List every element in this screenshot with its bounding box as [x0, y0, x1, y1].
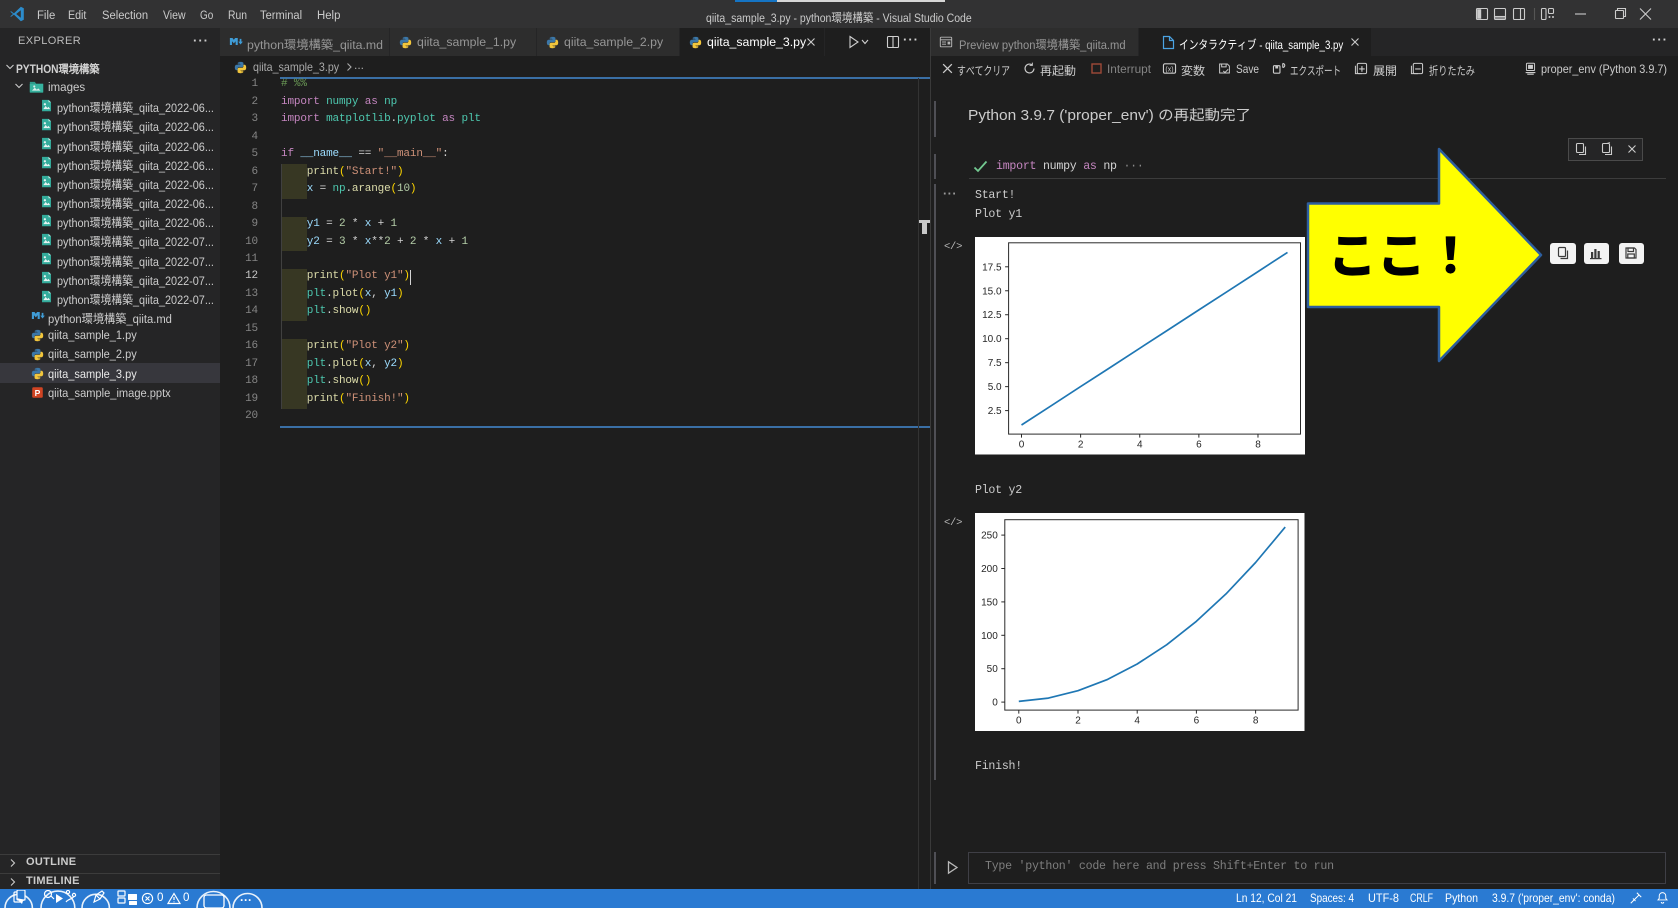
svg-text:2.5: 2.5 — [988, 406, 1002, 417]
svg-text:0: 0 — [1016, 715, 1022, 726]
svg-text:15.0: 15.0 — [982, 286, 1002, 297]
svg-text:2: 2 — [1078, 440, 1084, 451]
svg-text:0: 0 — [1019, 440, 1025, 451]
svg-text:4: 4 — [1137, 440, 1143, 451]
svg-text:2: 2 — [1075, 715, 1081, 726]
svg-text:0: 0 — [992, 697, 998, 708]
svg-text:200: 200 — [981, 564, 998, 575]
svg-text:6: 6 — [1196, 440, 1202, 451]
svg-text:6: 6 — [1194, 715, 1200, 726]
svg-text:4: 4 — [1134, 715, 1140, 726]
svg-text:250: 250 — [981, 530, 998, 541]
svg-text:8: 8 — [1253, 715, 1259, 726]
svg-text:(x): (x) — [1165, 66, 1173, 73]
svg-text:5.0: 5.0 — [988, 382, 1002, 393]
svg-text:ここ！: ここ！ — [1328, 217, 1475, 288]
svg-text:8: 8 — [1255, 440, 1261, 451]
svg-text:P: P — [34, 388, 40, 398]
svg-text:10.0: 10.0 — [982, 334, 1002, 345]
svg-text:12.5: 12.5 — [982, 310, 1002, 321]
svg-text:17.5: 17.5 — [982, 262, 1002, 273]
svg-text:50: 50 — [987, 664, 999, 675]
svg-text:7.5: 7.5 — [988, 358, 1002, 369]
svg-text:100: 100 — [981, 630, 998, 641]
svg-text:150: 150 — [981, 597, 998, 608]
